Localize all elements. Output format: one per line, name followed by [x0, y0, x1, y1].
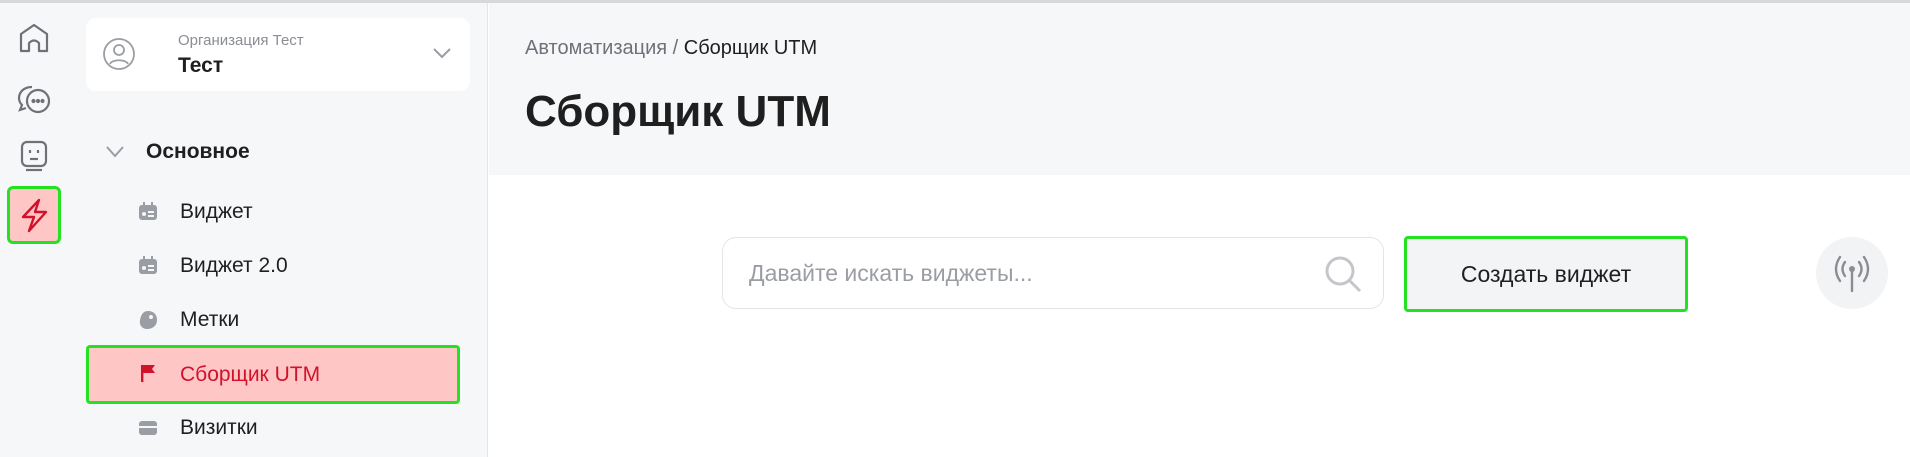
page-title: Сборщик UTM — [525, 87, 831, 136]
org-name: Тест — [178, 54, 224, 77]
chat-icon — [17, 85, 51, 114]
section-main-toggle[interactable]: Основное — [104, 140, 250, 164]
broadcast-button[interactable] — [1816, 237, 1888, 309]
search-box — [722, 237, 1384, 309]
icon-rail — [0, 3, 68, 457]
widget-card-icon — [139, 202, 157, 220]
broadcast-icon — [1834, 255, 1870, 293]
rail-bot-button[interactable] — [10, 131, 58, 179]
search-input[interactable] — [749, 256, 1309, 290]
sidebar-item-label: Виджет — [180, 200, 253, 223]
sidebar-item-label: Сборщик UTM — [180, 362, 321, 386]
app-window: Организация Тест Тест Основное Виджет Ви… — [0, 0, 1910, 457]
page-header: Автоматизация / Сборщик UTM Сборщик UTM — [489, 3, 1910, 175]
org-switcher[interactable]: Организация Тест Тест — [86, 18, 470, 91]
flag-icon — [141, 365, 155, 382]
search-icon[interactable] — [1323, 254, 1363, 294]
card-icon — [139, 421, 157, 435]
widget-card-icon — [139, 256, 157, 274]
breadcrumb-current: Сборщик UTM — [683, 37, 818, 59]
breadcrumb-parent-link[interactable]: Автоматизация — [525, 37, 667, 59]
chevron-down-icon — [433, 48, 451, 59]
sidebar-item-widget-2[interactable]: Виджет 2.0 — [86, 239, 460, 293]
sidebar-item-label: Виджет 2.0 — [180, 254, 288, 277]
section-label: Основное — [146, 140, 250, 163]
chevron-down-icon — [106, 146, 124, 158]
rail-chat-button[interactable] — [10, 74, 58, 122]
home-icon — [19, 23, 49, 53]
sidebar-item-label: Визитки — [180, 416, 258, 439]
lightning-icon — [21, 198, 48, 233]
org-subtitle: Организация Тест — [178, 32, 304, 49]
rail-automation-button[interactable] — [7, 186, 61, 244]
sidebar-item-label: Метки — [180, 308, 240, 331]
sidebar-item-tags[interactable]: Метки — [86, 293, 460, 347]
sidebar-item-business-cards[interactable]: Визитки — [86, 401, 460, 455]
create-widget-button[interactable]: Создать виджет — [1404, 236, 1688, 312]
sidebar: Организация Тест Тест Основное Виджет Ви… — [68, 3, 488, 457]
tag-icon — [139, 311, 157, 329]
breadcrumb: Автоматизация / Сборщик UTM — [525, 37, 817, 60]
user-circle-icon — [103, 38, 135, 70]
breadcrumb-separator: / — [667, 37, 684, 59]
bot-icon — [20, 140, 48, 172]
sidebar-item-utm-collector[interactable]: Сборщик UTM — [86, 345, 460, 404]
rail-home-button[interactable] — [10, 14, 58, 62]
sidebar-item-widget[interactable]: Виджет — [86, 185, 460, 239]
